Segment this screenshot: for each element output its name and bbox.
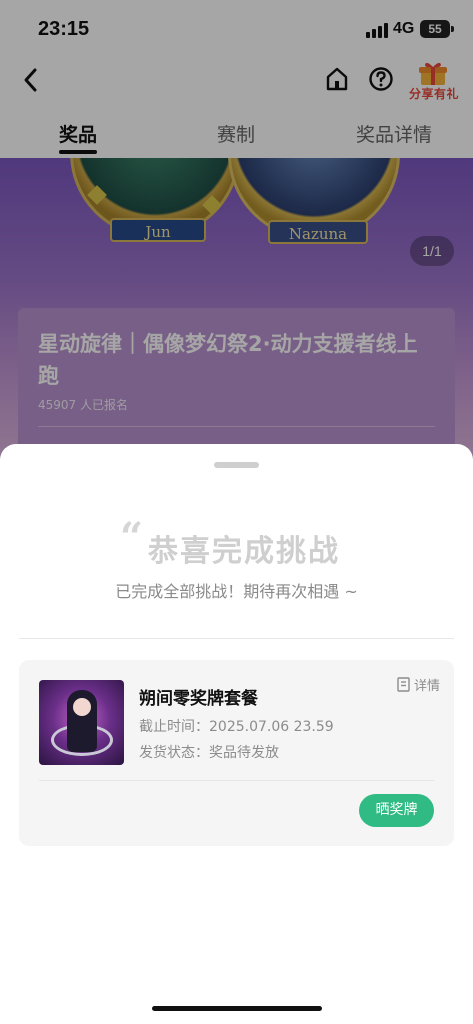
prize-shipping-status: 发货状态：奖品待发放 xyxy=(139,745,279,761)
completion-bottom-sheet: “ 恭喜完成挑战 已完成全部挑战！期待再次相遇 ~ 朔间零奖牌套餐 截止时间：2… xyxy=(0,444,473,1024)
congrats-subtitle: 已完成全部挑战！期待再次相遇 ~ xyxy=(115,582,358,601)
congrats-title: 恭喜完成挑战 xyxy=(148,534,340,569)
prize-thumbnail xyxy=(39,680,124,765)
show-medal-button[interactable]: 晒奖牌 xyxy=(359,794,434,827)
sheet-grabber[interactable] xyxy=(214,462,259,468)
prize-detail-label: 详情 xyxy=(414,678,441,694)
home-indicator[interactable] xyxy=(152,1006,322,1011)
divider xyxy=(19,638,454,639)
divider xyxy=(39,780,434,781)
prize-card: 朔间零奖牌套餐 截止时间：2025.07.06 23.59 发货状态：奖品待发放… xyxy=(19,660,454,846)
thumb-character-face xyxy=(73,698,91,716)
document-icon xyxy=(397,676,410,692)
prize-deadline: 截止时间：2025.07.06 23.59 xyxy=(139,719,334,735)
prize-detail-link[interactable]: 详情 xyxy=(397,674,440,694)
prize-name: 朔间零奖牌套餐 xyxy=(139,689,258,709)
quote-mark-icon: “ xyxy=(120,514,144,561)
